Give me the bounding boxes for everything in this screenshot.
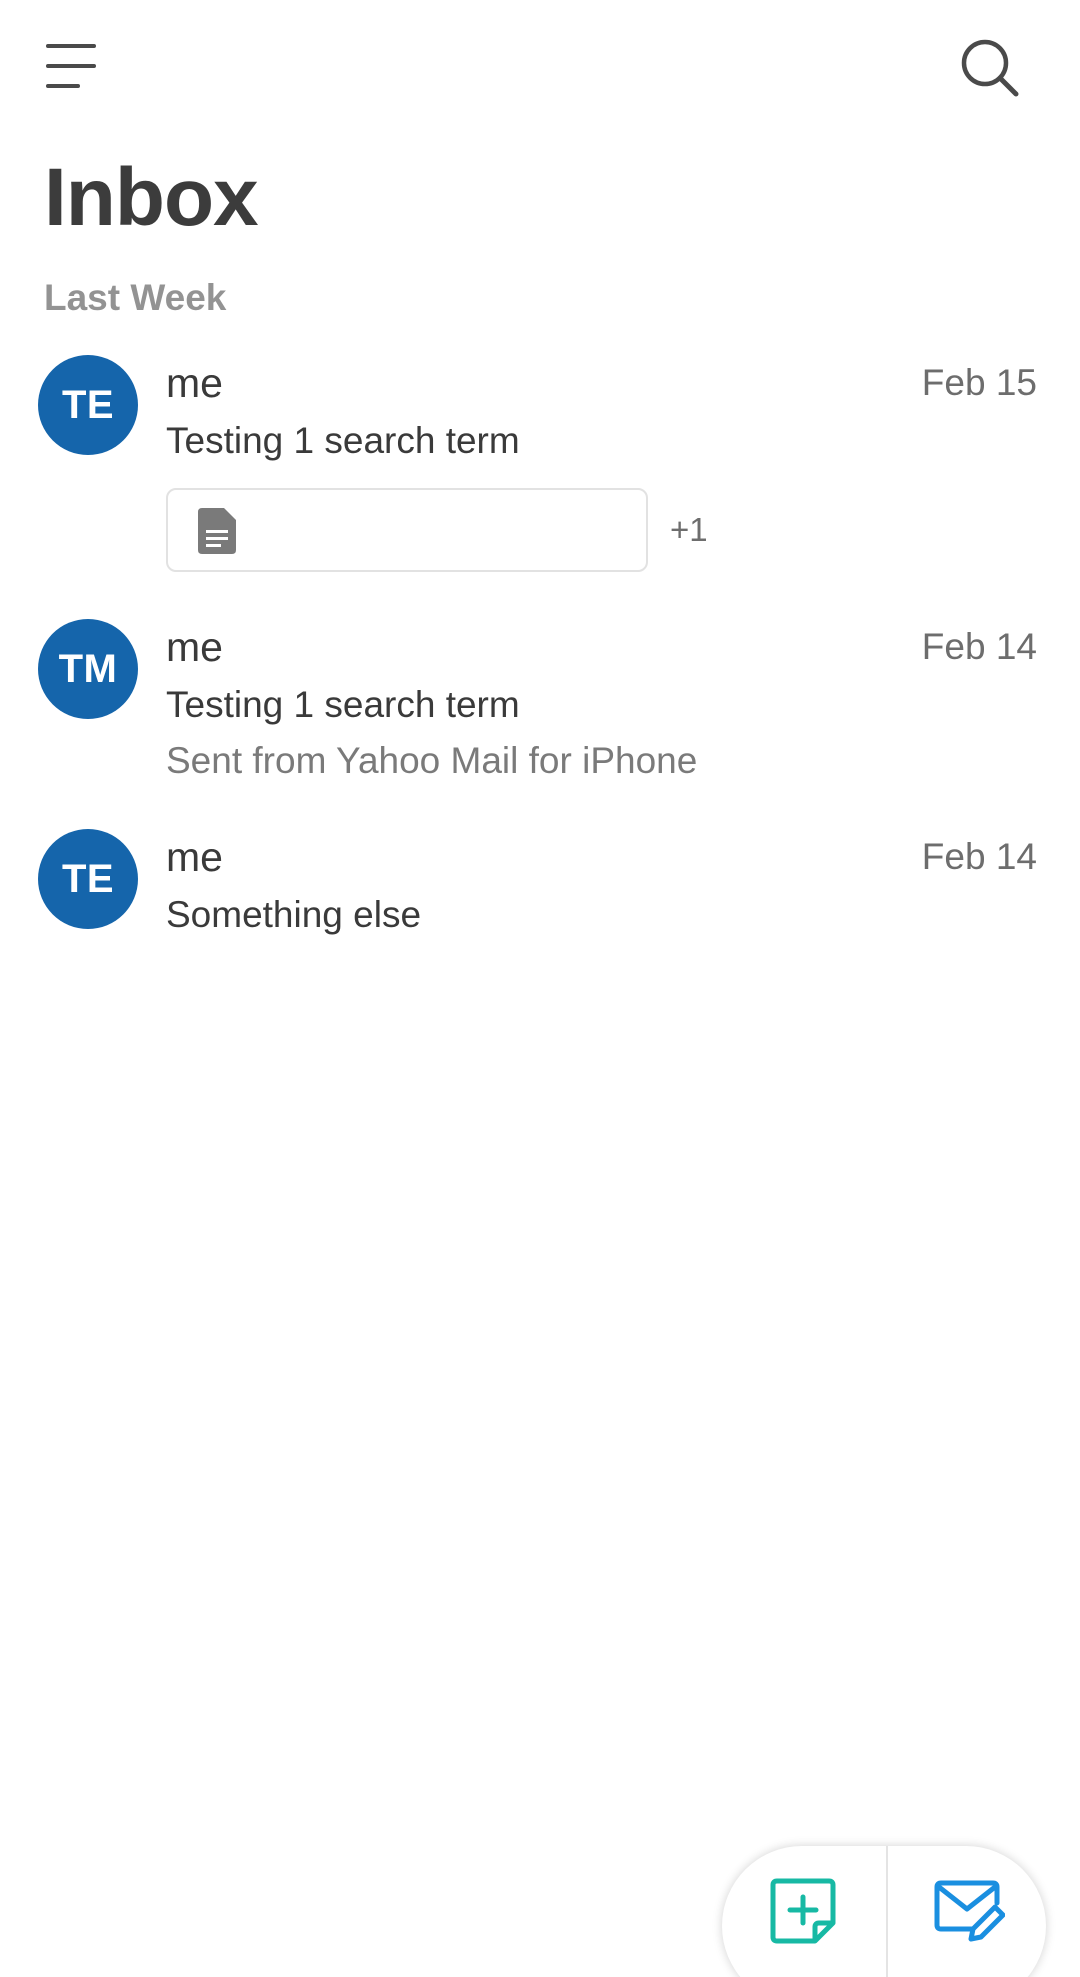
sender-name: me xyxy=(166,360,223,406)
message-date: Feb 14 xyxy=(921,626,1037,667)
message-row[interactable]: TE me Feb 14 Something else xyxy=(0,824,1080,954)
search-icon xyxy=(961,39,1019,97)
message-subject: Testing 1 search term xyxy=(166,684,520,725)
section-label-last-week: Last Week xyxy=(44,277,227,318)
sender-name: me xyxy=(166,624,223,670)
document-icon xyxy=(198,508,236,554)
compose-button[interactable] xyxy=(888,1846,1050,1976)
message-date: Feb 15 xyxy=(921,362,1037,403)
hamburger-menu-icon xyxy=(46,44,96,88)
attachment-extra-count: +1 xyxy=(670,511,708,548)
attachment-card[interactable] xyxy=(166,488,648,572)
add-note-icon xyxy=(770,1878,836,1944)
message-row[interactable]: TE me Feb 15 Testing 1 search term +1 xyxy=(0,350,1080,580)
page-title: Inbox xyxy=(44,152,259,243)
avatar: TE xyxy=(38,355,138,455)
floating-action-bar xyxy=(722,1846,1046,1977)
avatar: TE xyxy=(38,829,138,929)
message-subject: Something else xyxy=(166,894,422,935)
message-subject: Testing 1 search term xyxy=(166,420,520,461)
add-note-button[interactable] xyxy=(722,1846,884,1976)
message-row[interactable]: TM me Feb 14 Testing 1 search term Sent … xyxy=(0,614,1080,784)
avatar: TM xyxy=(38,619,138,719)
menu-button[interactable] xyxy=(44,40,100,92)
inbox-screen: Inbox Last Week TE me Feb 15 Testing 1 s… xyxy=(0,0,1080,1977)
message-date: Feb 14 xyxy=(921,836,1037,877)
search-button[interactable] xyxy=(958,36,1022,100)
message-preview: Sent from Yahoo Mail for iPhone xyxy=(166,740,698,781)
sender-name: me xyxy=(166,834,223,880)
compose-mail-icon xyxy=(934,1880,1005,1942)
